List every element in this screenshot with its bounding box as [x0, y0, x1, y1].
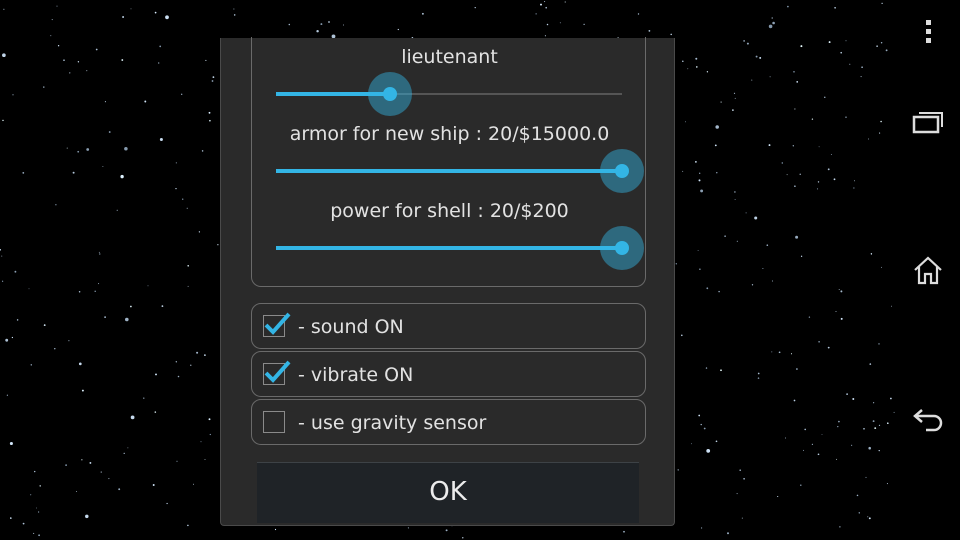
sound-option-label: - sound ON — [298, 316, 404, 338]
power-slider[interactable] — [276, 226, 644, 270]
overflow-menu-icon[interactable] — [896, 2, 960, 62]
power-slider-thumb[interactable] — [600, 226, 644, 270]
power-slider-fill — [276, 246, 622, 250]
rank-slider-label: lieutenant — [401, 46, 498, 68]
gravity-sensor-option-label: - use gravity sensor — [298, 412, 487, 434]
home-icon[interactable] — [896, 240, 960, 300]
rank-slider-thumb[interactable] — [368, 72, 413, 116]
slider-panel: lieutenant armor for new ship : 20/$1500… — [251, 37, 646, 287]
checkmark-icon — [264, 360, 291, 383]
sound-checkbox[interactable] — [263, 312, 291, 337]
back-icon[interactable] — [896, 390, 960, 450]
armor-slider[interactable] — [276, 149, 644, 193]
vibrate-checkbox[interactable] — [263, 360, 291, 385]
power-slider-label: power for shell : 20/$200 — [330, 200, 569, 222]
navigation-bar — [896, 0, 960, 540]
settings-dialog: lieutenant armor for new ship : 20/$1500… — [220, 37, 675, 526]
rank-slider[interactable] — [276, 72, 622, 116]
vibrate-option[interactable]: - vibrate ON — [251, 351, 646, 397]
gravity-sensor-checkbox[interactable] — [263, 411, 285, 433]
armor-slider-label: armor for new ship : 20/$15000.0 — [289, 123, 610, 145]
recent-apps-icon[interactable] — [896, 92, 960, 152]
gravity-sensor-option[interactable]: - use gravity sensor — [251, 399, 646, 445]
checkmark-icon — [264, 312, 291, 335]
armor-slider-fill — [276, 169, 622, 173]
armor-slider-thumb[interactable] — [600, 149, 644, 193]
ok-button[interactable]: OK — [257, 462, 639, 523]
sound-option[interactable]: - sound ON — [251, 303, 646, 349]
vibrate-option-label: - vibrate ON — [298, 364, 414, 386]
